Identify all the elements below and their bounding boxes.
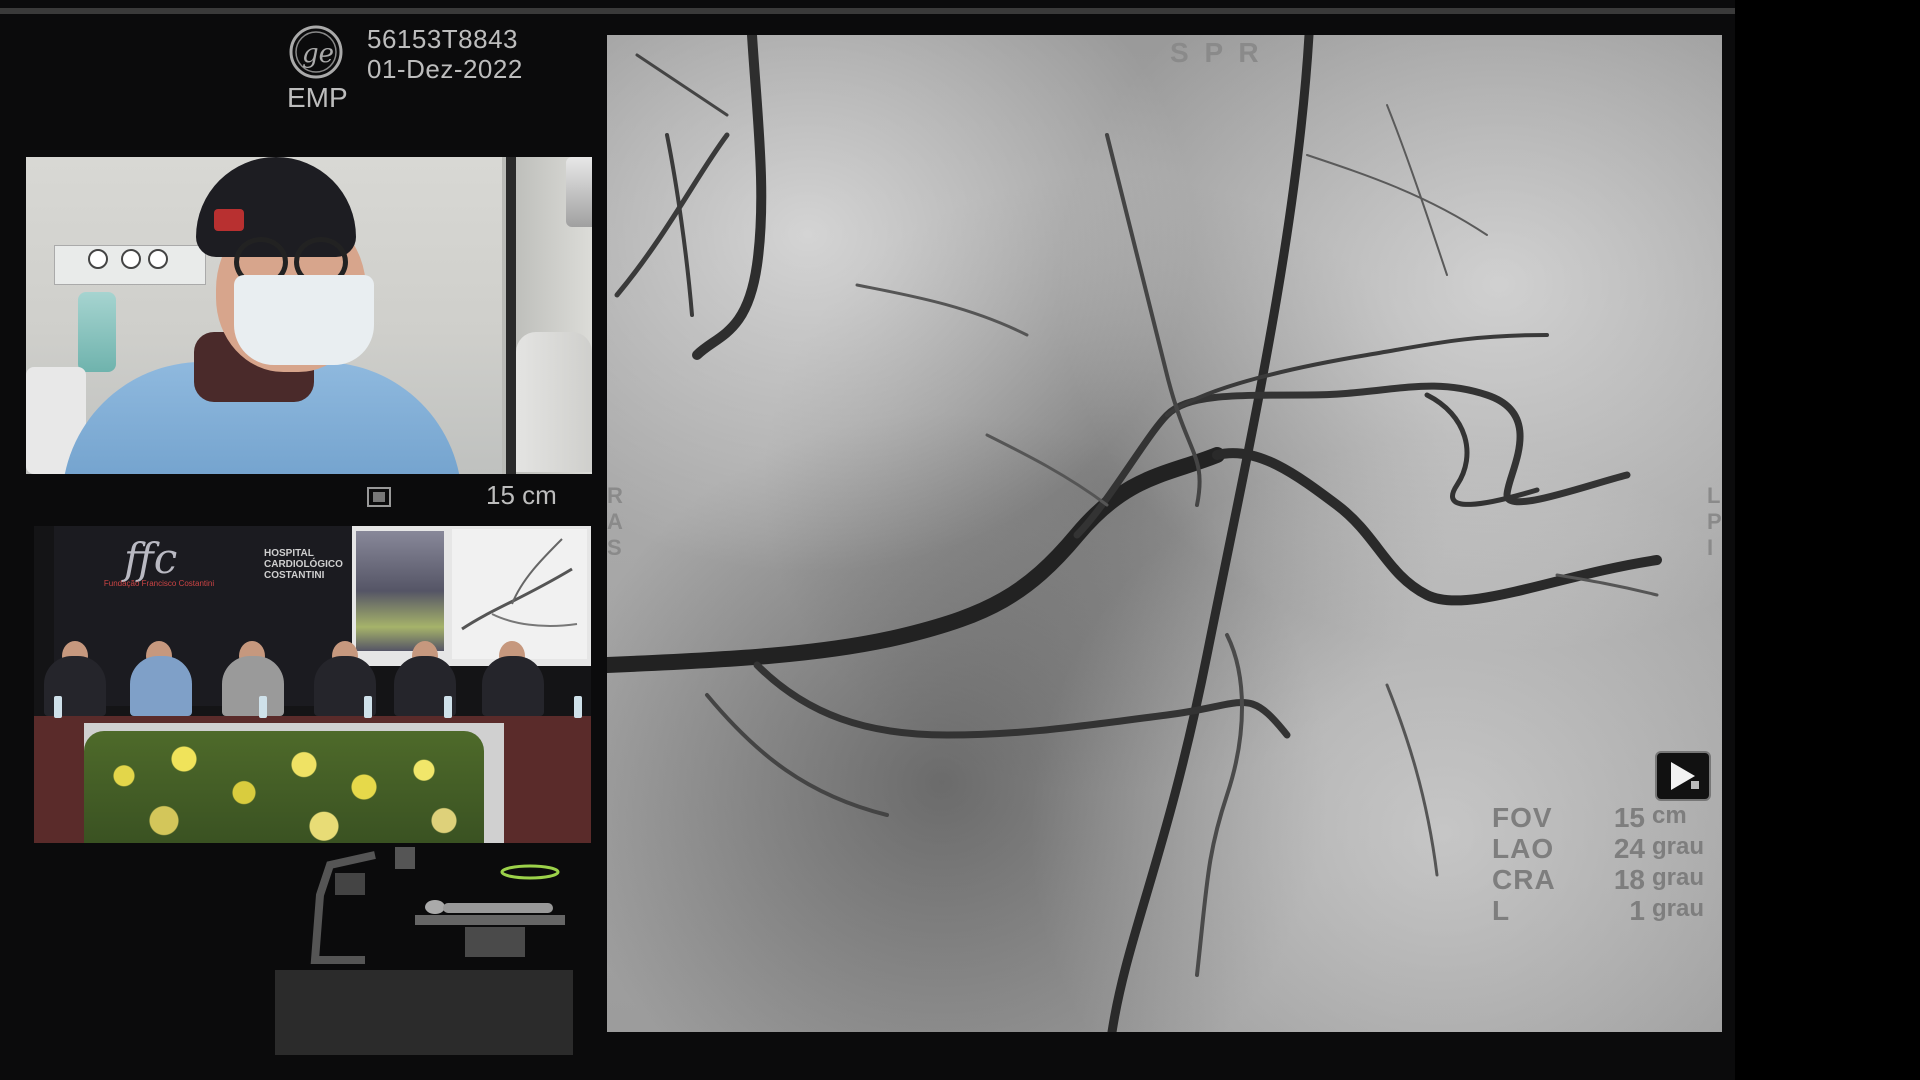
acquisition-parameters: FOV 15 cm LAO 24 grau CRA 18 grau L 1 gr…	[1492, 802, 1717, 926]
play-icon	[1671, 762, 1699, 790]
hospital-name: HOSPITAL CARDIOLÓGICO COSTANTINI	[264, 548, 343, 581]
water-bottle	[54, 696, 62, 718]
screen-angio-thumb	[452, 529, 587, 659]
param-value: 18	[1613, 864, 1645, 895]
orientation-right: L P I	[1707, 483, 1722, 560]
water-bottle	[574, 696, 582, 718]
param-key: L	[1492, 895, 1511, 926]
param-unit: grau	[1652, 864, 1705, 891]
camera-view-icon[interactable]	[365, 483, 393, 511]
gauge-icon	[88, 249, 108, 269]
equipment-cover	[516, 332, 592, 472]
screen-video-thumb	[356, 531, 444, 651]
top-divider-bar	[0, 8, 1735, 14]
projection-screen	[352, 526, 591, 666]
play-button[interactable]	[1655, 751, 1711, 801]
param-value: 1	[1629, 895, 1645, 926]
surgical-mask	[234, 275, 374, 365]
flower-arrangement	[84, 731, 484, 843]
svg-text:ge: ge	[302, 39, 334, 69]
ge-logo-icon: ge	[289, 25, 343, 79]
panelist	[222, 656, 284, 716]
panelist	[482, 656, 544, 716]
ffc-logo: ffc	[124, 534, 178, 583]
emp-label: EMP	[287, 82, 348, 113]
orientation-top: S P R	[1170, 37, 1263, 68]
humidifier-bottle	[78, 292, 116, 372]
param-value: 24	[1613, 833, 1645, 864]
study-date: 01-Dez-2022	[367, 54, 523, 84]
cap-emblem	[214, 209, 244, 231]
param-row-l: L 1 grau	[1492, 895, 1717, 926]
c-arm-diagram-icon	[310, 847, 565, 964]
param-unit: grau	[1652, 895, 1705, 922]
param-row-fov: FOV 15 cm	[1492, 802, 1717, 833]
iv-pole	[506, 157, 516, 474]
auditorium-camera-feed: ffc Fundação Francisco Costantini HOSPIT…	[34, 526, 591, 843]
panelist	[130, 656, 192, 716]
orientation-left: R A S	[607, 483, 623, 560]
surgical-lamp	[566, 157, 592, 227]
param-unit: cm	[1652, 802, 1687, 829]
surgeon-camera-feed	[26, 157, 592, 474]
gauge-icon	[148, 249, 168, 269]
param-row-lao: LAO 24 grau	[1492, 833, 1717, 864]
param-unit: grau	[1652, 833, 1705, 860]
foundation-name: Fundação Francisco Costantini	[103, 579, 215, 588]
patient-id: 56153T8843	[367, 24, 519, 54]
angiography-viewport[interactable]: S P R R A S L P I FOV 15 cm LAO 24 grau …	[607, 35, 1722, 1032]
param-value: 15	[1613, 802, 1645, 833]
param-row-cra: CRA 18 grau	[1492, 864, 1717, 895]
water-bottle	[259, 696, 267, 718]
c-arm-base	[275, 970, 573, 1055]
gauge-icon	[121, 249, 141, 269]
right-black-margin	[1735, 0, 1920, 1080]
field-of-view-label: 15 cm	[486, 480, 557, 510]
water-bottle	[364, 696, 372, 718]
param-key: FOV	[1492, 802, 1553, 833]
param-key: LAO	[1492, 833, 1555, 864]
param-key: CRA	[1492, 864, 1556, 895]
water-bottle	[444, 696, 452, 718]
